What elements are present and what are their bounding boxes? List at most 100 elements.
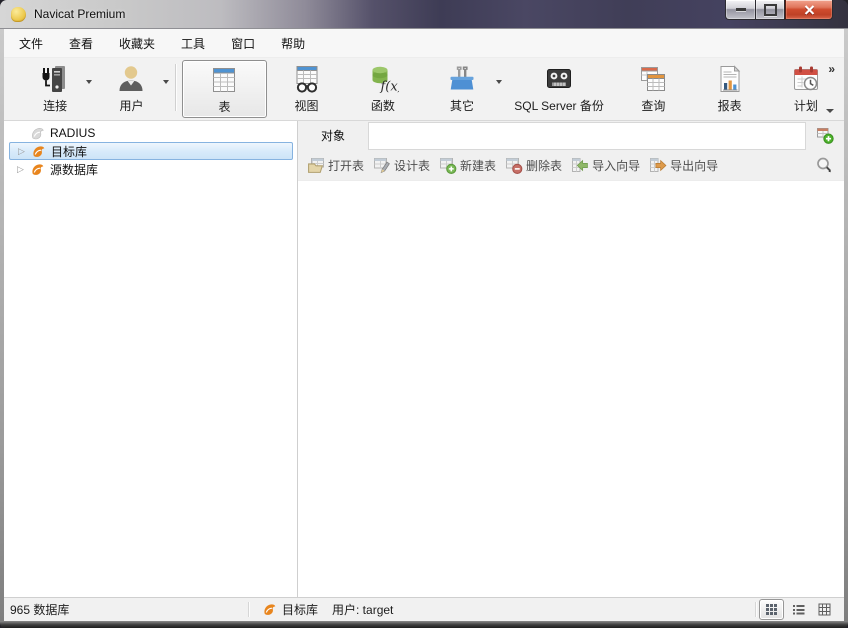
connection-dropdown-icon[interactable]: [86, 80, 92, 84]
minimize-button[interactable]: [725, 0, 755, 20]
functions-button[interactable]: f(x) 函数: [345, 58, 421, 120]
window-frame-bottom: [0, 621, 848, 628]
new-table-label: 新建表: [460, 157, 496, 174]
status-bar: 965 数据库 目标库 用户: target: [4, 597, 844, 621]
toolbar-separator: [175, 64, 176, 111]
list-view-icon: [792, 603, 805, 616]
backup-icon: [542, 62, 576, 96]
tab-objects[interactable]: 对象: [298, 121, 368, 150]
menu-favorites[interactable]: 收藏夹: [106, 31, 168, 56]
expand-arrow-icon[interactable]: ▷: [17, 165, 24, 174]
current-connection: 目标库 用户: target: [249, 601, 393, 618]
restore-button[interactable]: [755, 0, 785, 20]
app-logo-icon: [11, 7, 26, 22]
backup-label: SQL Server 备份: [514, 97, 604, 114]
object-tab-bar: 对象: [298, 121, 844, 150]
design-table-button[interactable]: 设计表: [373, 157, 430, 174]
export-wizard-button[interactable]: 导出向导: [649, 157, 718, 174]
close-button[interactable]: [785, 0, 833, 20]
menu-tools[interactable]: 工具: [168, 31, 218, 56]
new-table-button[interactable]: 新建表: [439, 157, 496, 174]
tree-row-source-db[interactable]: ▷ 源数据库: [4, 160, 297, 178]
object-toolbar: 打开表: [298, 150, 844, 181]
delete-table-icon: [505, 157, 523, 174]
expand-arrow-icon[interactable]: ▷: [18, 147, 25, 156]
mysql-connection-open-icon: [262, 602, 277, 617]
window-controls: [725, 0, 833, 20]
toolbox-icon: [445, 62, 479, 96]
query-button[interactable]: 查询: [615, 58, 691, 120]
tree-row-radius[interactable]: RADIUS: [4, 124, 297, 142]
connection-button[interactable]: 连接: [17, 58, 93, 120]
connection-name-label: 目标库: [282, 601, 318, 618]
export-wizard-icon: [649, 157, 667, 174]
window-frame-right: [844, 29, 848, 621]
function-icon: f(x): [366, 62, 400, 96]
user-name-label: 用户: target: [332, 601, 393, 618]
svg-text:f(x): f(x): [379, 80, 399, 95]
toolbar-more-arrow-icon[interactable]: [826, 109, 834, 113]
search-button[interactable]: [814, 155, 834, 175]
menu-file[interactable]: 文件: [6, 31, 56, 56]
tree-row-target-db[interactable]: ▷ 目标库: [9, 142, 293, 160]
delete-table-label: 删除表: [526, 157, 562, 174]
others-dropdown-icon[interactable]: [496, 80, 502, 84]
open-table-button[interactable]: 打开表: [307, 157, 364, 174]
window-title: Navicat Premium: [34, 7, 125, 21]
title-bar[interactable]: Navicat Premium: [0, 0, 848, 29]
new-table-icon: [439, 157, 457, 174]
object-list-area: [298, 181, 844, 597]
tables-button[interactable]: 表: [182, 60, 268, 118]
new-table-plus-icon: [816, 127, 834, 144]
query-icon: [636, 62, 670, 96]
import-wizard-button[interactable]: 导入向导: [571, 157, 640, 174]
views-label: 视图: [295, 97, 319, 114]
menu-view[interactable]: 查看: [56, 31, 106, 56]
report-button[interactable]: 报表: [691, 58, 767, 120]
navicat-window: Navicat Premium 文件 查看 收藏夹 工具 窗口 帮助: [0, 0, 848, 628]
close-icon: [804, 5, 815, 15]
menu-help[interactable]: 帮助: [268, 31, 318, 56]
connection-tree: RADIUS ▷ 目标库 ▷: [4, 121, 297, 597]
user-icon: [114, 62, 148, 96]
connection-label: 连接: [43, 97, 67, 114]
view-icon: [290, 62, 324, 96]
view-mode-buttons: [755, 599, 844, 620]
toolbar-overflow-chevron-icon[interactable]: »: [828, 62, 835, 76]
grid-view-icon: [765, 603, 778, 616]
tables-label: 表: [218, 98, 230, 115]
query-label: 查询: [641, 97, 665, 114]
table-icon: [207, 63, 241, 97]
menu-window[interactable]: 窗口: [218, 31, 268, 56]
restore-icon: [764, 4, 777, 16]
others-button[interactable]: 其它: [421, 58, 503, 120]
open-table-icon: [307, 157, 325, 174]
detail-view-button[interactable]: [813, 600, 836, 619]
import-wizard-icon: [571, 157, 589, 174]
report-label: 报表: [718, 97, 742, 114]
user-dropdown-icon[interactable]: [163, 80, 169, 84]
functions-label: 函数: [371, 97, 395, 114]
delete-table-button[interactable]: 删除表: [505, 157, 562, 174]
backup-button[interactable]: SQL Server 备份: [503, 58, 615, 120]
design-table-label: 设计表: [394, 157, 430, 174]
empty-tab-strip: [368, 122, 806, 150]
schedule-icon: [789, 62, 823, 96]
export-wizard-label: 导出向导: [670, 157, 718, 174]
report-icon: [713, 62, 747, 96]
minimize-icon: [736, 8, 746, 11]
new-table-tab-button[interactable]: [806, 121, 844, 150]
import-wizard-label: 导入向导: [592, 157, 640, 174]
others-label: 其它: [450, 97, 474, 114]
user-button[interactable]: 用户: [93, 58, 169, 120]
views-button[interactable]: 视图: [268, 58, 344, 120]
list-view-button[interactable]: [787, 600, 810, 619]
design-table-icon: [373, 157, 391, 174]
mysql-connection-open-icon: [30, 162, 45, 177]
mysql-connection-closed-icon: [30, 126, 45, 141]
icon-view-button[interactable]: [759, 599, 784, 620]
schedule-label: 计划: [794, 97, 818, 114]
tree-item-label: RADIUS: [50, 126, 95, 140]
object-count-label: 965 数据库: [4, 601, 248, 618]
mysql-connection-open-icon: [31, 144, 46, 159]
